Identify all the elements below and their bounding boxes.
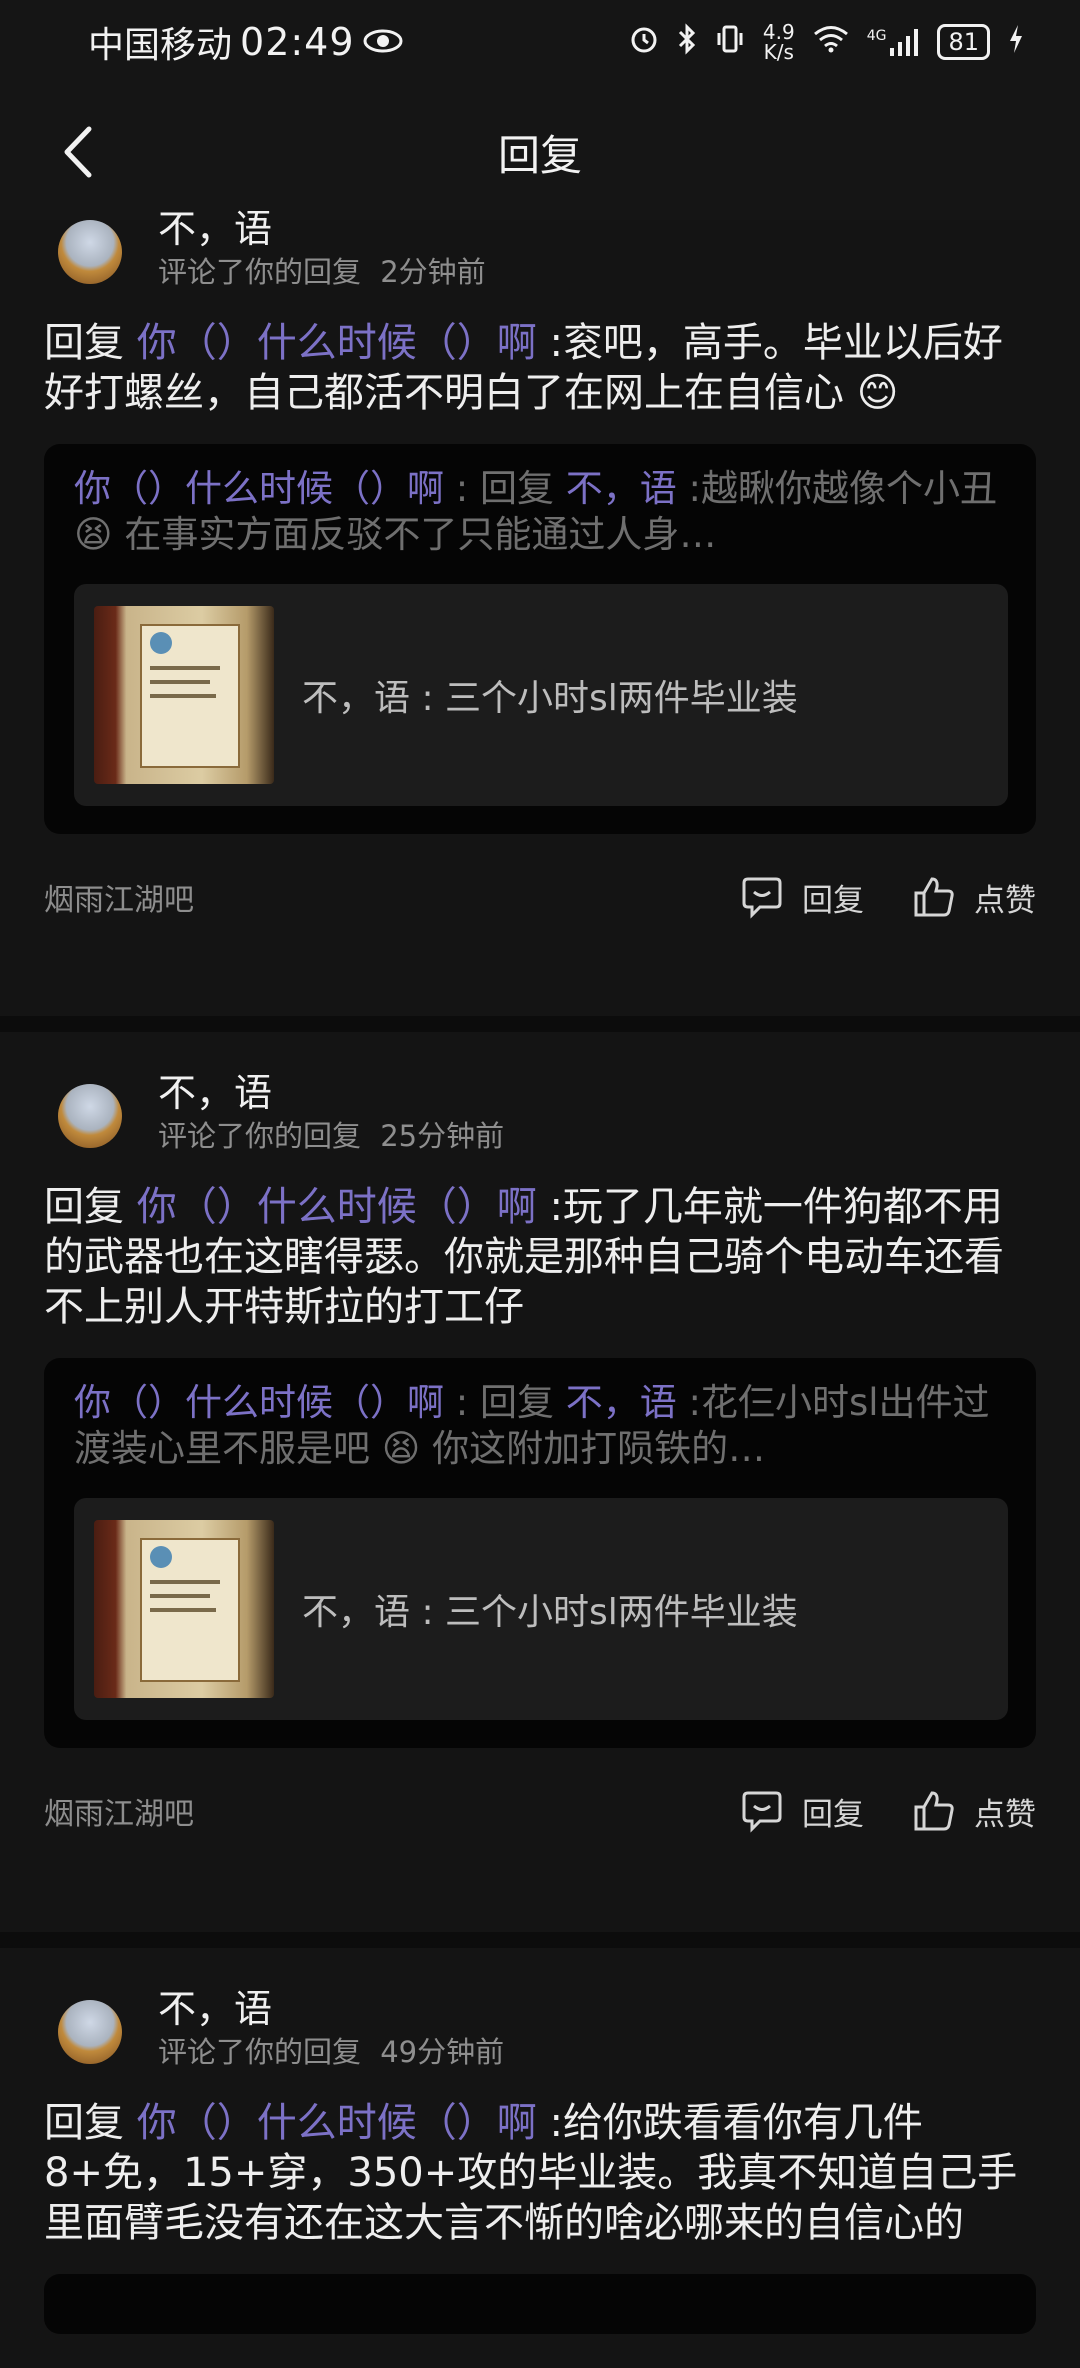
quote-user[interactable]: 你（）什么时候（）啊: [74, 467, 444, 510]
net-speed-value: 4.9: [762, 20, 795, 44]
card-actions: 烟雨江湖吧 回复 点赞: [44, 1748, 1036, 1874]
author-row: 不，语 评论了你的回复 25分钟前: [44, 1071, 1036, 1156]
thread-title: 不，语 : 三个小时sl两件毕业装: [302, 1592, 798, 1633]
timestamp: 49分钟前: [380, 2035, 505, 2069]
clock: 02:49: [240, 20, 355, 64]
timestamp: 25分钟前: [380, 1119, 505, 1153]
reply-notification-card[interactable]: 不，语 评论了你的回复 2分钟前 回复 你（）什么时候（）啊 :衮吧，高手。毕业…: [0, 207, 1080, 1016]
forum-name[interactable]: 烟雨江湖吧: [44, 1789, 194, 1833]
original-thread-link[interactable]: 不，语 : 三个小时sl两件毕业装: [74, 584, 1008, 806]
avatar[interactable]: [58, 2000, 122, 2064]
quote-emoji: 😫: [74, 513, 113, 556]
like-button[interactable]: 点赞: [912, 1789, 1036, 1834]
reply-target-user[interactable]: 你（）什么时候（）啊: [137, 1184, 537, 1230]
app-header: 回复: [0, 84, 1080, 220]
thread-thumbnail: [94, 1520, 274, 1698]
author-name[interactable]: 不，语: [158, 1070, 504, 1116]
quote-user[interactable]: 你（）什么时候（）啊: [74, 1381, 444, 1424]
reply-bubble-icon: [742, 1791, 782, 1833]
comment-body[interactable]: 回复 你（）什么时候（）啊 :衮吧，高手。毕业以后好好打螺丝，自己都活不明白了在…: [44, 318, 1036, 418]
timestamp: 2分钟前: [380, 255, 486, 289]
wifi-icon: [813, 25, 849, 60]
quote-target-user[interactable]: 不，语: [566, 1381, 677, 1424]
page-title: 回复: [497, 130, 582, 180]
quote-target-user[interactable]: 不，语: [566, 467, 677, 510]
quote-body: :越瞅你越像个小丑: [688, 467, 997, 510]
reply-label: 回复: [802, 1796, 864, 1833]
quote-body-continued: 你这附加打陨铁的…: [432, 1427, 766, 1470]
author-row: 不，语 评论了你的回复 2分钟前: [44, 207, 1036, 292]
status-bar: 中国移动 02:49 4.9 K/s 4G 81: [0, 0, 1080, 84]
bluetooth-icon: [677, 22, 697, 62]
reply-prefix: 回复: [44, 1184, 124, 1230]
reply-label: 回复: [802, 882, 864, 919]
cellular-signal-icon: 4G: [867, 28, 920, 56]
notification-list: 不，语 评论了你的回复 2分钟前 回复 你（）什么时候（）啊 :衮吧，高手。毕业…: [0, 207, 1080, 2368]
like-button[interactable]: 点赞: [912, 875, 1036, 920]
reply-notification-card[interactable]: 不，语 评论了你的回复 49分钟前 回复 你（）什么时候（）啊 :给你跌看看你有…: [0, 1948, 1080, 2368]
signal-type-label: 4G: [866, 28, 887, 44]
thread-thumbnail: [94, 606, 274, 784]
thumbs-up-icon: [914, 1791, 954, 1831]
quoted-reply[interactable]: 你（）什么时候（）啊 : 回复 不，语 :越瞅你越像个小丑 😫 在事实方面反驳不…: [44, 444, 1036, 834]
avatar[interactable]: [58, 220, 122, 284]
reply-notification-card[interactable]: 不，语 评论了你的回复 25分钟前 回复 你（）什么时候（）啊 :玩了几年就一件…: [0, 1032, 1080, 1932]
author-info: 不，语 评论了你的回复 25分钟前: [158, 1070, 504, 1156]
quote-separator: : 回复: [455, 1381, 554, 1424]
carrier-label: 中国移动: [88, 25, 233, 66]
comment-body[interactable]: 回复 你（）什么时候（）啊 :给你跌看看你有几件8+免，15+穿，350+攻的毕…: [44, 2098, 1036, 2248]
quoted-text: 你（）什么时候（）啊 : 回复 不，语 :花仨小时sl出件过渡装心里不服是吧 😫…: [74, 1380, 1008, 1472]
chevron-left-icon: [64, 126, 92, 178]
author-info: 不，语 评论了你的回复 2分钟前: [158, 206, 486, 292]
author-name[interactable]: 不，语: [158, 206, 486, 252]
back-button[interactable]: [40, 114, 116, 190]
action-text: 评论了你的回复: [158, 2035, 362, 2069]
quoted-reply[interactable]: 你（）什么时候（）啊 : 回复 不，语 :花仨小时sl出件过渡装心里不服是吧 😫…: [44, 1358, 1036, 1748]
quote-separator: : 回复: [455, 467, 554, 510]
net-speed-unit: K/s: [763, 40, 794, 64]
author-meta: 评论了你的回复 49分钟前: [158, 2032, 504, 2072]
forum-name[interactable]: 烟雨江湖吧: [44, 875, 194, 919]
alarm-icon: [629, 24, 659, 61]
original-thread-link[interactable]: 不，语 : 三个小时sl两件毕业装: [74, 1498, 1008, 1720]
action-text: 评论了你的回复: [158, 255, 362, 289]
reply-target-user[interactable]: 你（）什么时候（）啊: [137, 320, 537, 366]
author-meta: 评论了你的回复 25分钟前: [158, 1116, 504, 1156]
avatar[interactable]: [58, 1084, 122, 1148]
reply-target-user[interactable]: 你（）什么时候（）啊: [137, 2100, 537, 2146]
charging-icon: [1008, 24, 1024, 61]
comment-body[interactable]: 回复 你（）什么时候（）啊 :玩了几年就一件狗都不用的武器也在这瞎得瑟。你就是那…: [44, 1182, 1036, 1332]
reply-prefix: 回复: [44, 320, 124, 366]
like-label: 点赞: [974, 1796, 1036, 1833]
author-meta: 评论了你的回复 2分钟前: [158, 252, 486, 292]
like-label: 点赞: [974, 882, 1036, 919]
battery-indicator: 81: [937, 24, 990, 60]
thread-title: 不，语 : 三个小时sl两件毕业装: [302, 678, 798, 719]
reply-prefix: 回复: [44, 2100, 124, 2146]
quote-body-continued: 在事实方面反驳不了只能通过人身…: [124, 513, 717, 556]
card-actions: 烟雨江湖吧 回复 点赞: [44, 834, 1036, 960]
smile-emoji: 😊: [856, 370, 899, 416]
author-name[interactable]: 不，语: [158, 1986, 504, 2032]
eye-icon: [363, 22, 403, 63]
author-row: 不，语 评论了你的回复 49分钟前: [44, 1987, 1036, 2072]
thumbs-up-icon: [914, 877, 954, 917]
author-info: 不，语 评论了你的回复 49分钟前: [158, 1986, 504, 2072]
quoted-text: 你（）什么时候（）啊 : 回复 不，语 :越瞅你越像个小丑 😫 在事实方面反驳不…: [74, 466, 1008, 558]
net-speed: 4.9 K/s: [763, 22, 795, 62]
action-text: 评论了你的回复: [158, 1119, 362, 1153]
quoted-reply[interactable]: [44, 2274, 1036, 2334]
reply-button[interactable]: 回复: [740, 875, 864, 920]
reply-bubble-icon: [742, 877, 782, 919]
quote-emoji: 😫: [381, 1427, 421, 1470]
reply-button[interactable]: 回复: [740, 1789, 864, 1834]
vibrate-icon: [715, 24, 745, 61]
